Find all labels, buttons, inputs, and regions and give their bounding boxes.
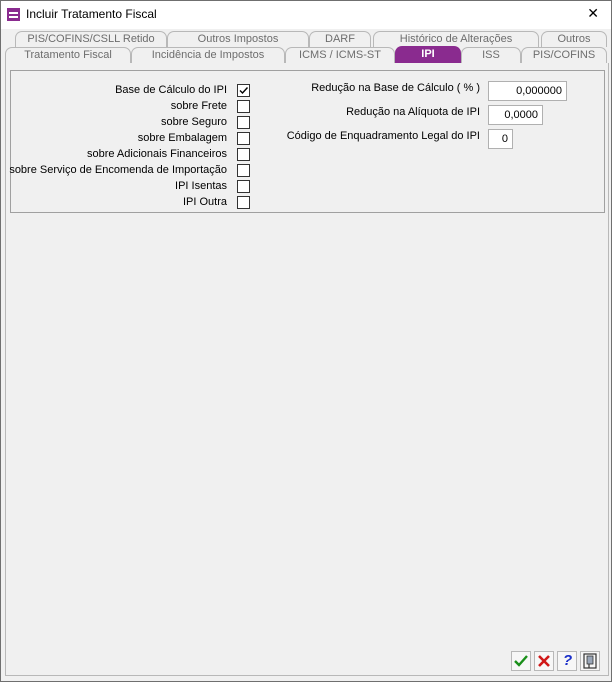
close-icon[interactable]: ✕	[587, 5, 599, 22]
tab-label: PIS/COFINS	[532, 49, 596, 61]
tab-pis-cofins[interactable]: PIS/COFINS	[521, 47, 607, 63]
tab-label: Outros	[557, 33, 591, 45]
reducao-aliquota-ipi-input[interactable]: 0,0000	[488, 105, 543, 125]
checkbox-label: sobre Embalagem	[137, 132, 227, 144]
cancel-button[interactable]	[534, 651, 554, 671]
door-exit-icon	[583, 653, 597, 669]
tab-tratamento-fiscal[interactable]: Tratamento Fiscal	[5, 47, 131, 63]
codigo-enquadramento-legal-input[interactable]: 0	[488, 129, 513, 149]
tab-label: Outros Impostos	[197, 33, 279, 45]
tab-label: IPI	[421, 48, 435, 60]
checkbox-label: sobre Adicionais Financeiros	[86, 148, 227, 160]
checkbox-ipi-isentas[interactable]	[237, 180, 250, 193]
checkbox-sobre-servico-encomenda-importacao[interactable]	[237, 164, 250, 177]
app-icon	[7, 8, 20, 21]
checkbox-sobre-embalagem[interactable]	[237, 132, 250, 145]
tab-label: PIS/COFINS/CSLL Retido	[27, 33, 155, 45]
checkbox-label: sobre Serviço de Encomenda de Importação	[9, 164, 227, 176]
reducao-base-calculo-label: Redução na Base de Cálculo ( % )	[311, 82, 480, 94]
title-bar: Incluir Tratamento Fiscal ✕	[1, 1, 611, 29]
tab-label: Histórico de Alterações	[399, 33, 513, 45]
window-title: Incluir Tratamento Fiscal	[26, 7, 157, 21]
tab-label: Incidência de Impostos	[151, 49, 265, 61]
checkbox-label: sobre Frete	[170, 100, 227, 112]
question-icon: ?	[563, 652, 573, 669]
tab-pis-cofins-csll-retido[interactable]: PIS/COFINS/CSLL Retido	[15, 31, 167, 47]
checkbox-label: IPI Outra	[182, 196, 227, 208]
tab-label: ICMS / ICMS-ST	[299, 49, 381, 61]
codigo-enquadramento-legal-label: Código de Enquadramento Legal do IPI	[286, 130, 480, 142]
checkbox-sobre-seguro[interactable]	[237, 116, 250, 129]
checkbox-base-calculo-ipi[interactable]	[237, 84, 250, 97]
checkmark-icon	[239, 87, 249, 95]
check-icon	[514, 655, 528, 667]
tab-icms-st[interactable]: ICMS / ICMS-ST	[285, 47, 395, 63]
dialog-window: Incluir Tratamento Fiscal ✕ PIS/COFINS/C…	[0, 0, 612, 682]
tab-historico-alteracoes[interactable]: Histórico de Alterações	[373, 31, 539, 47]
tab-outros[interactable]: Outros	[541, 31, 607, 47]
checkbox-label: Base de Cálculo do IPI	[115, 84, 227, 96]
tab-label: DARF	[325, 33, 355, 45]
tab-incidencia-impostos[interactable]: Incidência de Impostos	[131, 47, 285, 63]
tab-ipi[interactable]: IPI	[395, 46, 461, 63]
tab-label: ISS	[482, 49, 500, 61]
checkbox-ipi-outra[interactable]	[237, 196, 250, 209]
tab-darf[interactable]: DARF	[309, 31, 371, 47]
reducao-aliquota-ipi-label: Redução na Alíquota de IPI	[346, 106, 480, 118]
tab-outros-impostos[interactable]: Outros Impostos	[167, 31, 309, 47]
tab-label: Tratamento Fiscal	[24, 49, 112, 61]
x-icon	[538, 655, 550, 667]
confirm-button[interactable]	[511, 651, 531, 671]
exit-button[interactable]	[580, 651, 600, 671]
checkbox-label: IPI Isentas	[175, 180, 227, 192]
help-button[interactable]: ?	[557, 651, 577, 671]
checkbox-label: sobre Seguro	[160, 116, 227, 128]
checkbox-sobre-adicionais-financeiros[interactable]	[237, 148, 250, 161]
tab-iss[interactable]: ISS	[461, 47, 521, 63]
reducao-base-calculo-input[interactable]: 0,000000	[488, 81, 567, 101]
checkbox-sobre-frete[interactable]	[237, 100, 250, 113]
